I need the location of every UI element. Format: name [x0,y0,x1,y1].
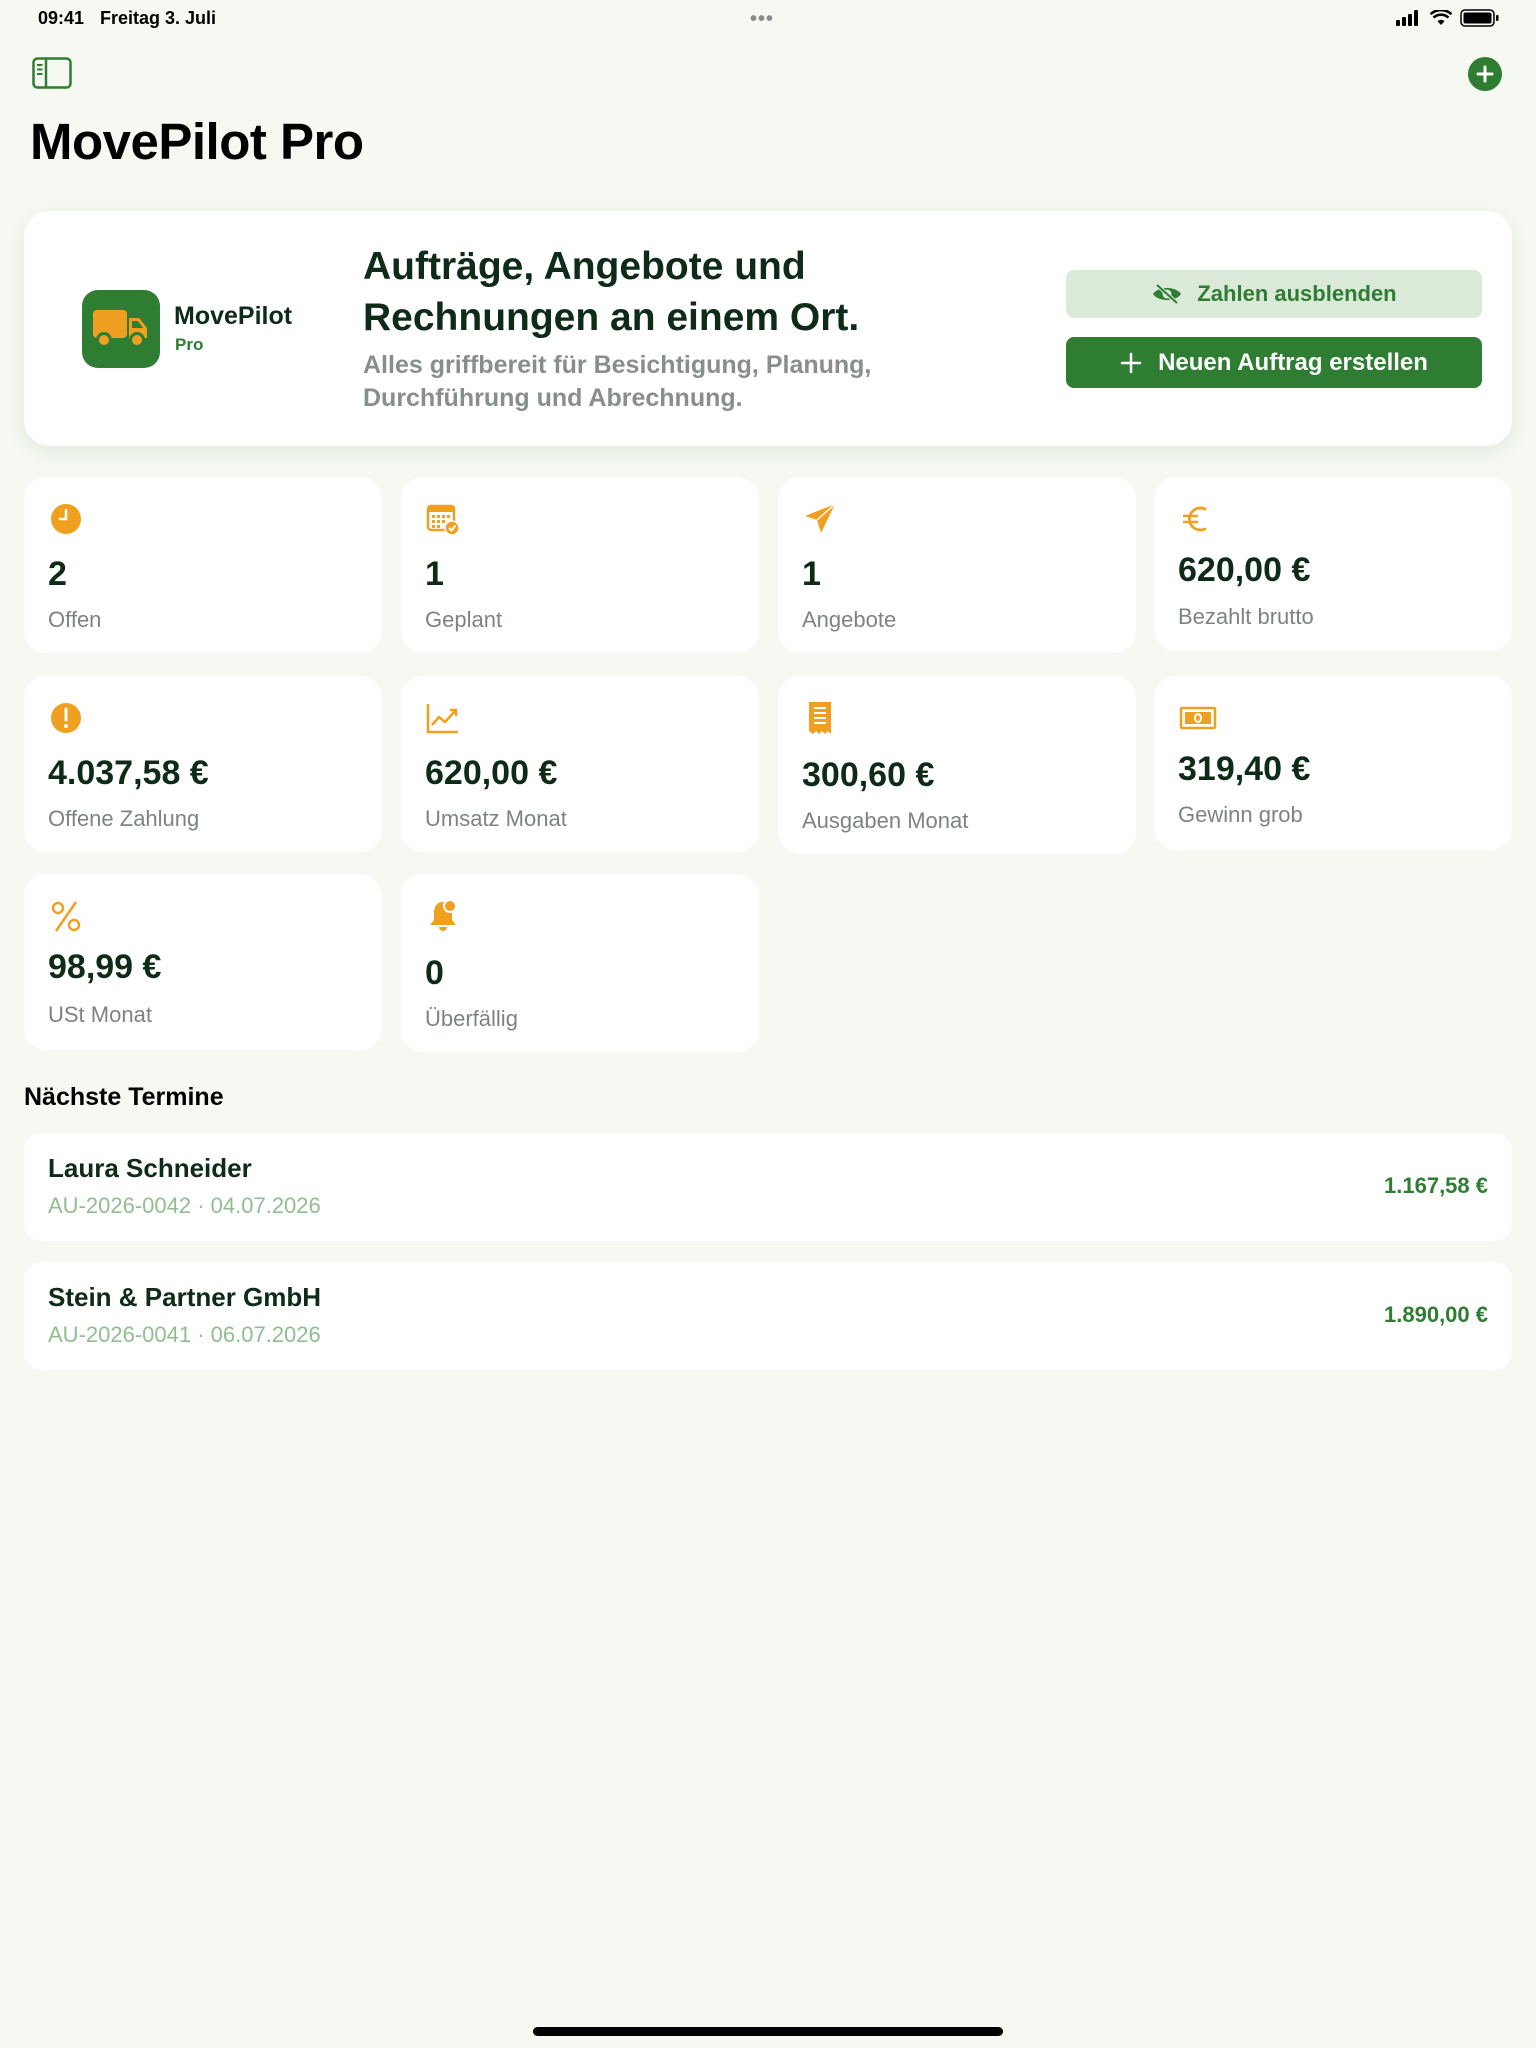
stat-card-umsatz[interactable]: 620,00 € Umsatz Monat [401,676,759,852]
add-button[interactable] [1468,57,1502,91]
stat-label: Umsatz Monat [425,806,567,831]
stat-card-ust[interactable]: 98,99 € USt Monat [24,874,382,1050]
eye-slash-icon [1153,283,1182,305]
battery-icon [1460,9,1499,27]
wifi-icon [1430,10,1452,25]
stat-label: Angebote [802,607,897,632]
stat-label: Offene Zahlung [48,806,200,831]
appointment-row[interactable]: Stein & Partner GmbH AU-2026-0041 · 06.0… [24,1262,1512,1370]
logo-name: MovePilot [174,302,293,330]
logo-subtitle: Pro [175,335,204,354]
stat-card-offene-zahlung[interactable]: 4.037,58 € Offene Zahlung [24,676,382,852]
euro-icon [1183,506,1207,532]
status-date: Freitag 3. Juli [100,8,217,28]
truck-icon [93,310,147,348]
stat-label: USt Monat [48,1002,152,1027]
stat-card-geplant[interactable]: 1 Geplant [401,477,759,653]
stat-value: 2 [48,555,67,593]
status-bar: 09:41 Freitag 3. Juli ••• [0,0,1536,36]
appointment-meta: AU-2026-0041 · 06.07.2026 [48,1322,321,1347]
section-title-termine: Nächste Termine [24,1083,224,1111]
stat-label: Geplant [425,607,503,632]
hero-heading: Aufträge, Angebote und Rechnungen an ein… [363,245,860,339]
status-indicators [1396,9,1500,27]
clock-icon [51,504,81,534]
stat-value: 0 [425,954,444,992]
appointment-customer: Stein & Partner GmbH [48,1282,322,1312]
banknote-icon [1179,706,1217,730]
plus-icon [1476,65,1494,83]
percent-icon [51,901,81,932]
stat-value: 620,00 € [1178,551,1311,589]
new-order-label: Neuen Auftrag erstellen [1158,348,1428,376]
hero-card: MovePilot Pro Aufträge, Angebote und Rec… [24,211,1512,446]
home-indicator[interactable] [533,2027,1003,2036]
appointment-amount: 1.167,58 € [1384,1173,1488,1198]
app-logo [82,290,160,368]
stat-label: Gewinn grob [1178,802,1303,827]
status-time: 09:41 [38,8,85,28]
stat-card-ueberfaellig[interactable]: 0 Überfällig [401,874,759,1052]
stat-card-ausgaben[interactable]: 300,60 € Ausgaben Monat [778,676,1136,854]
appointment-row[interactable]: Laura Schneider AU-2026-0042 · 04.07.202… [24,1133,1512,1241]
appointment-customer: Laura Schneider [48,1153,252,1183]
stat-card-offen[interactable]: 2 Offen [24,477,382,653]
stat-label: Offen [48,607,102,632]
multitasking-dots[interactable]: ••• [750,8,774,31]
stat-label: Ausgaben Monat [802,808,969,833]
sidebar-icon [32,57,72,89]
chart-line-icon [426,704,458,734]
stat-value: 620,00 € [425,754,558,792]
stat-label: Überfällig [425,1006,518,1031]
appointment-meta: AU-2026-0042 · 04.07.2026 [48,1193,321,1218]
stat-value: 4.037,58 € [48,754,209,792]
signal-icon [1396,10,1418,26]
stat-value: 1 [425,555,444,593]
page-title: MovePilot Pro [30,113,364,170]
stat-value: 300,60 € [802,756,935,794]
exclamation-icon [51,703,81,733]
stat-card-gewinn[interactable]: 319,40 € Gewinn grob [1154,676,1512,850]
stat-label: Bezahlt brutto [1178,604,1314,629]
hide-numbers-label: Zahlen ausblenden [1197,281,1397,306]
bell-badge-icon [430,899,457,931]
plus-icon [1120,352,1142,373]
new-order-button[interactable]: Neuen Auftrag erstellen [1066,337,1482,388]
appointment-amount: 1.890,00 € [1384,1302,1488,1327]
stat-card-angebote[interactable]: 1 Angebote [778,477,1136,653]
stat-value: 1 [802,555,821,593]
stat-value: 319,40 € [1178,750,1311,788]
sidebar-toggle-button[interactable] [32,57,72,89]
calendar-check-icon [426,504,460,536]
hide-numbers-button[interactable]: Zahlen ausblenden [1066,270,1482,318]
receipt-icon [809,702,831,734]
hero-description: Alles griffbereit für Besichtigung, Plan… [363,351,872,412]
paperplane-icon [805,503,836,533]
stat-card-bezahlt[interactable]: 620,00 € Bezahlt brutto [1154,477,1512,651]
stat-value: 98,99 € [48,948,162,986]
